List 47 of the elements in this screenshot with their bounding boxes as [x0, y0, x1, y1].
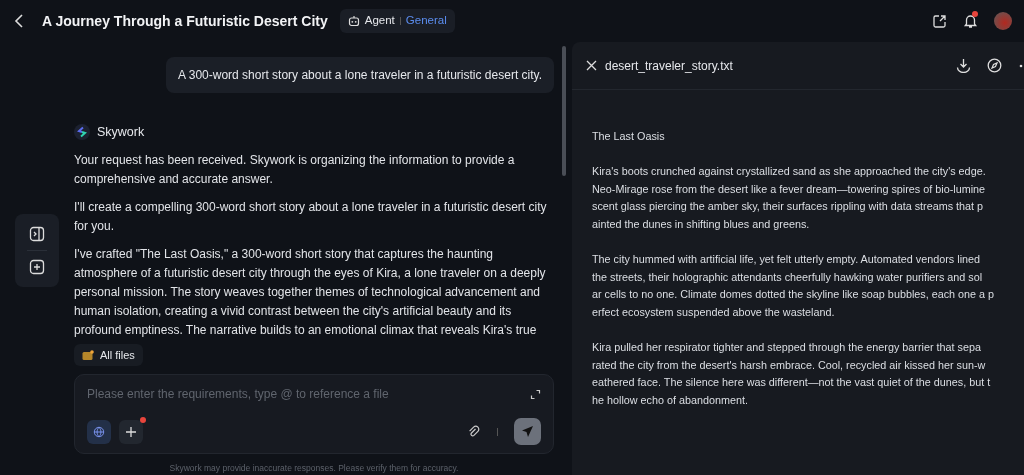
- story-line: Kira pulled her respirator tighter and stepped through the energy barrier that sepa: [592, 340, 981, 356]
- close-icon[interactable]: [586, 60, 597, 71]
- story-line: Neo-Mirage rose from the desert like a fever dream—towering spires of bio-lumine: [592, 181, 986, 197]
- plus-icon: [125, 425, 137, 438]
- story-line: The city hummed with artificial life, yet felt utterly empty. Automated vendors lined: [592, 252, 981, 268]
- user-message: A 300-word short story about a lone traveler in a futuristic desert city.: [166, 57, 554, 93]
- disclaimer-text: Skywork may provide inaccurate responses. Please verify them for accuracy.: [168, 462, 460, 475]
- story-line: ar cells to no one. Climate domes dotted the skyline like soap bubbles, each one a p: [592, 287, 995, 303]
- share-icon[interactable]: [932, 13, 947, 29]
- more-icon[interactable]: [1018, 63, 1024, 68]
- story-line: Kira's boots crunched against crystallized sand as she approached the city's edge.: [592, 164, 986, 180]
- send-icon: [521, 425, 534, 439]
- story-line: erfect ecosystem suspended above the wasteland.: [592, 304, 835, 320]
- web-search-button[interactable]: [87, 419, 111, 444]
- response-paragraph: Your request has been received. Skywork is organizing the information to provide a comprehensive and accurate answer.: [74, 151, 516, 188]
- attach-icon[interactable]: [467, 424, 481, 439]
- mode-value: General: [405, 13, 447, 29]
- panel-toggle-icon[interactable]: [29, 226, 45, 242]
- message-input[interactable]: Please enter the requirements, type @ to reference a file: [87, 385, 530, 404]
- story-line: The Last Oasis: [592, 129, 665, 144]
- compass-icon[interactable]: [987, 58, 1002, 73]
- conversation-title: A Journey Through a Futuristic Desert City: [42, 11, 328, 31]
- story-line: scent glass piercing the amber sky, their surfaces rippling with data streams that p: [592, 199, 984, 215]
- globe-icon: [93, 424, 105, 439]
- response-paragraph: I'll create a compelling 300-word short story about a lone traveler in a futuristic desert city for you.: [74, 198, 548, 235]
- new-chat-icon[interactable]: [29, 259, 45, 275]
- robot-icon: [347, 15, 360, 27]
- response-paragraph: I've crafted "The Last Oasis," a 300-word short story that captures the haunting atmosphere of a futuristic desert city through the eyes of Kira, a lone traveler on a deeply personal mission. The story weaves together themes of technological advancement and human isolation, creating a vivid contrast between the city's artificial beauty and its profound emptiness. The narrative builds to an emotional climax that reveals Kira's true: [74, 245, 547, 339]
- folder-icon: [82, 349, 94, 361]
- story-line: rated the city from the desert's harsh embrace. Cool, recycled air kissed her sun-w: [592, 357, 986, 373]
- bell-icon[interactable]: [963, 13, 978, 29]
- send-button[interactable]: [514, 418, 541, 446]
- skywork-logo-icon: [74, 124, 90, 141]
- scroll-thumb[interactable]: [562, 46, 566, 176]
- avatar[interactable]: [994, 12, 1012, 30]
- story-line: he hollow echo of abandonment.: [592, 392, 749, 408]
- all-files-chip[interactable]: All files: [74, 343, 143, 367]
- back-icon[interactable]: [14, 13, 24, 29]
- story-line: eathered face. The silence here was different—not the vast quiet of the dunes, but t: [592, 375, 991, 391]
- story-line: ainted the dunes in shifting blues and greens.: [592, 216, 810, 232]
- story-line: the streets, their holographic attendants cheerfully hawking water purifiers and sol: [592, 269, 983, 285]
- mode-label: Agent: [364, 13, 395, 29]
- file-name: desert_traveler_story.txt: [605, 57, 733, 75]
- add-button[interactable]: [119, 419, 143, 444]
- assistant-name: Skywork: [97, 124, 145, 141]
- mode-chip[interactable]: Agent General: [339, 9, 455, 33]
- download-icon[interactable]: [956, 58, 971, 73]
